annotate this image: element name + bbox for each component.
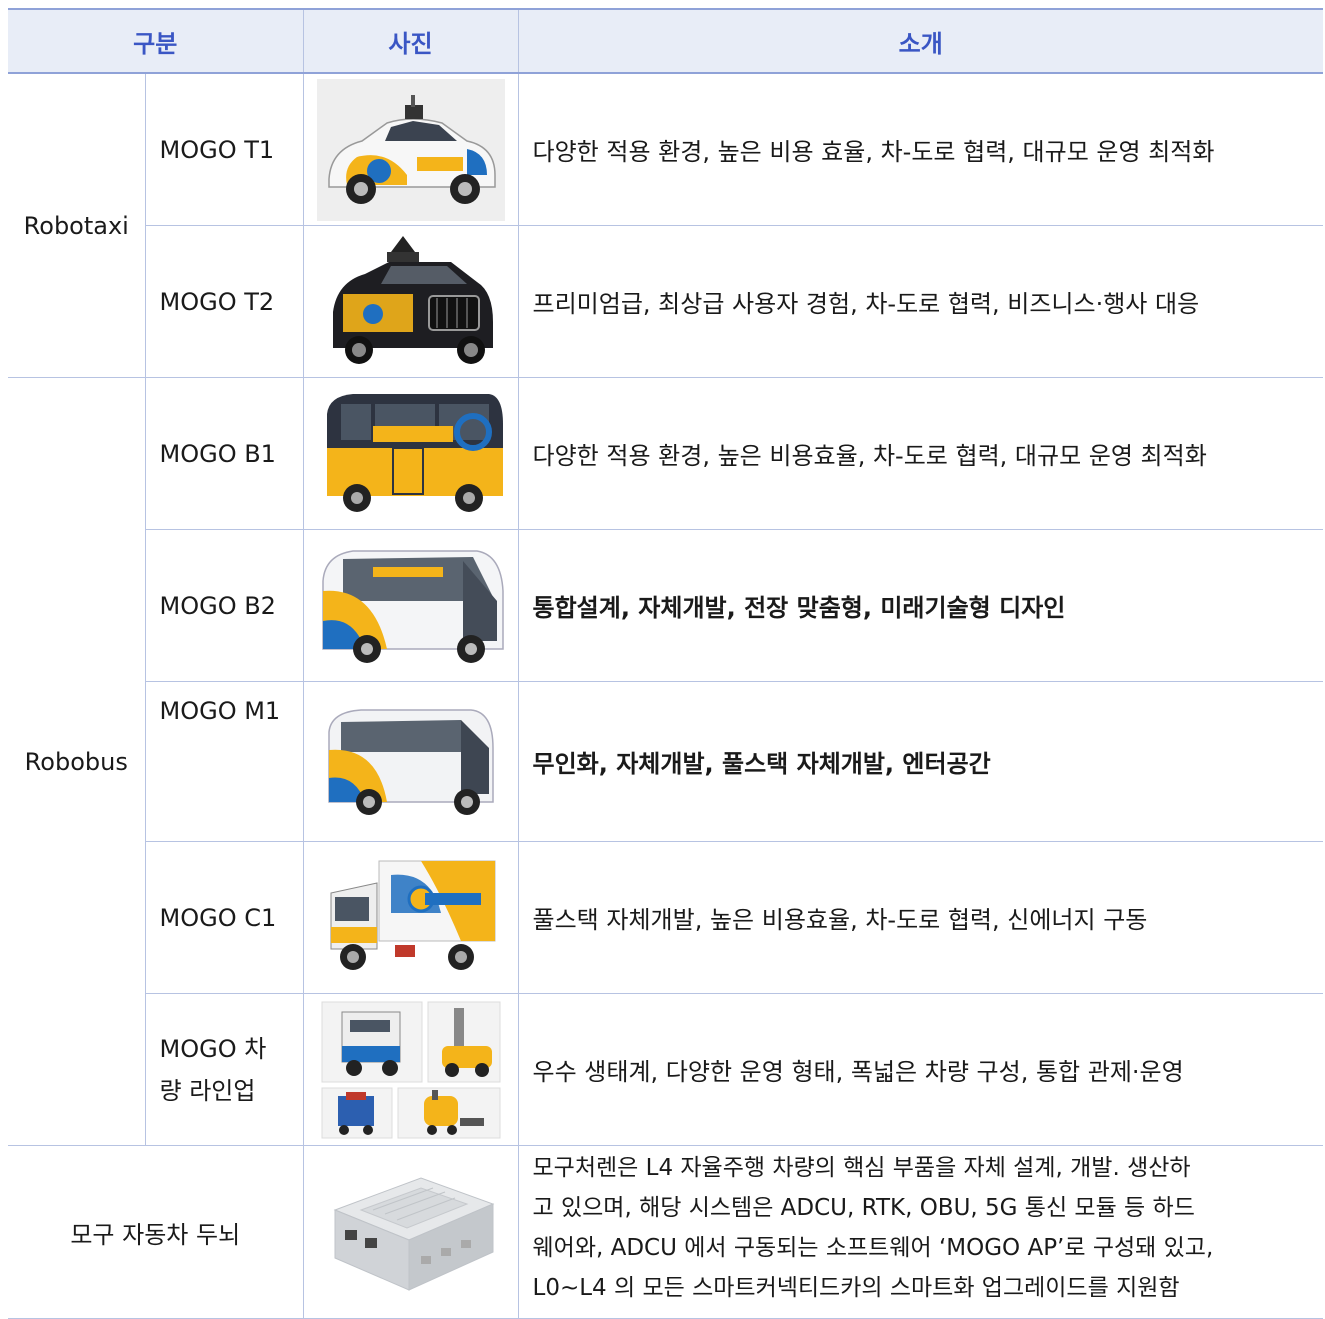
model-description: 풀스택 자체개발, 높은 비용효율, 차-도로 협력, 신에너지 구동 <box>517 841 1324 994</box>
model-description: 우수 생태계, 다양한 운영 형태, 폭넓은 차량 구성, 통합 관제·운영 <box>517 993 1324 1146</box>
brain-desc-line: 고 있으며, 해당 시스템은 ADCU, RTK, OBU, 5G 통신 모듈 … <box>532 1195 1195 1221</box>
model-name: MOGO B2 <box>145 529 304 682</box>
brain-description: 모구처렌은 L4 자율주행 차량의 핵심 부품을 자체 설계, 개발. 생산하 … <box>517 1145 1324 1319</box>
photo-cell <box>302 681 519 842</box>
computing-unit-box-icon <box>320 1158 501 1306</box>
header-category: 구분 <box>8 8 304 74</box>
table-row: MOGO 차 량 라인업 우수 생태계, 다양한 운영 형태, 폭넓은 차량 구… <box>8 993 1324 1146</box>
model-description: 다양한 적용 환경, 높은 비용효율, 차-도로 협력, 대규모 운영 최적화 <box>517 377 1324 530</box>
table-row: 모구 자동차 두뇌 모구처렌은 L4 자율주행 차량의 핵심 부품을 자체 설계… <box>8 1145 1324 1319</box>
white-shuttle-bus-icon <box>312 540 509 671</box>
brain-label: 모구 자동차 두뇌 <box>8 1145 304 1319</box>
photo-cell <box>302 841 519 994</box>
table-header-row: 구분 사진 소개 <box>8 8 1324 74</box>
brain-desc-line: 모구처렌은 L4 자율주행 차량의 핵심 부품을 자체 설계, 개발. 생산하 <box>532 1155 1191 1181</box>
photo-cell <box>302 529 519 682</box>
model-name-line2: 량 라인업 <box>159 1076 256 1105</box>
photo-cell <box>302 225 519 378</box>
model-name-line1: MOGO 차 <box>159 1034 267 1063</box>
vehicle-table: 구분 사진 소개 Robotaxi MOGO T1 다양한 적용 환경, 높은 … <box>8 8 1324 1319</box>
model-name: MOGO M1 <box>145 681 304 842</box>
photo-cell <box>302 1145 519 1319</box>
model-name: MOGO C1 <box>145 841 304 994</box>
model-description: 다양한 적용 환경, 높은 비용 효율, 차-도로 협력, 대규모 운영 최적화 <box>517 72 1324 226</box>
header-intro: 소개 <box>517 8 1324 74</box>
header-photo: 사진 <box>302 8 519 74</box>
brain-desc-line: 웨어와, ADCU 에서 구동되는 소프트웨어 ‘MOGO AP’로 구성돼 있… <box>532 1235 1214 1261</box>
group-robotaxi: Robotaxi <box>8 72 146 378</box>
yellow-minibus-icon <box>312 383 509 524</box>
vehicle-lineup-collage-icon <box>319 999 502 1140</box>
model-description: 무인화, 자체개발, 풀스택 자체개발, 엔터공간 <box>517 681 1324 842</box>
table-row: Robotaxi MOGO T1 다양한 적용 환경, 높은 비용 효율, 차-… <box>8 72 1324 378</box>
model-description: 프리미엄급, 최상급 사용자 경험, 차-도로 협력, 비즈니스·행사 대응 <box>517 225 1324 378</box>
photo-cell <box>302 993 519 1146</box>
model-description: 통합설계, 자체개발, 전장 맞춤형, 미래기술형 디자인 <box>517 529 1324 682</box>
table-row: Robobus MOGO B1 다양한 적용 환경, 높은 비용효율, 차-도로… <box>8 377 1324 1146</box>
compact-shuttle-icon <box>320 701 501 822</box>
model-name: MOGO 차 량 라인업 <box>145 993 304 1146</box>
table-row: MOGO B2 통합설계, 자체개발, 전장 맞춤형, 미래기술형 디자인 <box>8 529 1324 682</box>
model-name: MOGO T1 <box>144 72 304 226</box>
white-sedan-robotaxi-icon <box>316 78 505 221</box>
group-robobus: Robobus <box>8 377 146 1146</box>
table-row: MOGO M1 무인화, 자체개발, 풀스택 자체개발, 엔터공간 <box>8 681 1324 842</box>
model-name: MOGO B1 <box>144 377 304 530</box>
black-suv-robotaxi-icon <box>320 231 501 372</box>
model-name: MOGO T2 <box>145 225 304 378</box>
street-sweeper-truck-icon <box>320 852 501 983</box>
table-row: MOGO T2 프리미엄급, 최상급 사용자 경험, 차-도로 협력, 비즈니스… <box>8 225 1324 378</box>
photo-cell <box>302 72 519 226</box>
photo-cell <box>302 377 519 530</box>
table-row: MOGO C1 풀스택 자체개발, 높은 비용효율, 차-도로 협력, 신에너지… <box>8 841 1324 994</box>
brain-desc-line: L0~L4 의 모든 스마트커넥티드카의 스마트화 업그레이드를 지원함 <box>532 1275 1180 1301</box>
